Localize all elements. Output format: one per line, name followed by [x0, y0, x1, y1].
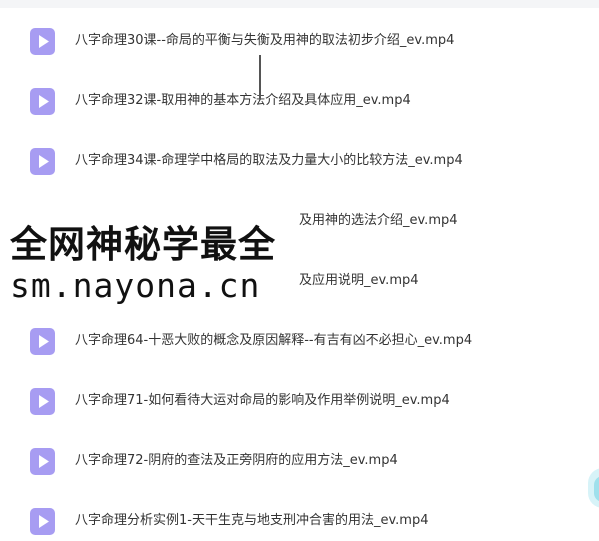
watermark-overlay: 全网神秘学最全 sm.nayona.cn — [0, 206, 298, 316]
file-row[interactable]: 八字命理分析实例1-天干生克与地支刑冲合害的用法_ev.mp4 — [0, 501, 580, 541]
file-name: 八字命理分析实例1-天干生克与地支刑冲合害的用法_ev.mp4 — [75, 513, 429, 528]
text-cursor — [259, 55, 261, 99]
video-file-icon — [30, 388, 55, 415]
file-name: 八字命理30课--命局的平衡与失衡及用神的取法初步介绍_ev.mp4 — [75, 33, 455, 48]
file-name: 八字命理32课-取用神的基本方法介绍及具体应用_ev.mp4 — [75, 93, 411, 108]
watermark-title: 全网神秘学最全 — [10, 223, 276, 266]
file-row[interactable]: 八字命理34课-命理学中格局的取法及力量大小的比较方法_ev.mp4 — [0, 141, 580, 181]
file-name: 八字命理72-阴府的查法及正旁阴府的应用方法_ev.mp4 — [75, 453, 398, 468]
video-file-icon — [30, 88, 55, 115]
file-row[interactable]: 八字命理32课-取用神的基本方法介绍及具体应用_ev.mp4 — [0, 81, 580, 121]
file-name: 八字命理71-如何看待大运对命局的影响及作用举例说明_ev.mp4 — [75, 393, 450, 408]
file-name: 八字命理34课-命理学中格局的取法及力量大小的比较方法_ev.mp4 — [75, 153, 463, 168]
video-file-icon — [30, 148, 55, 175]
assistant-bubble-icon — [594, 476, 599, 502]
video-file-icon — [30, 448, 55, 475]
file-name: 及用神的选法介绍_ev.mp4 — [299, 213, 458, 228]
watermark-url: sm.nayona.cn — [10, 266, 261, 305]
file-row[interactable]: 八字命理71-如何看待大运对命局的影响及作用举例说明_ev.mp4 — [0, 381, 580, 421]
file-row[interactable]: 八字命理64-十恶大败的概念及原因解释--有吉有凶不必担心_ev.mp4 — [0, 321, 580, 361]
video-file-icon — [30, 28, 55, 55]
video-file-icon — [30, 328, 55, 355]
file-name: 及应用说明_ev.mp4 — [299, 273, 419, 288]
file-row[interactable]: 八字命理30课--命局的平衡与失衡及用神的取法初步介绍_ev.mp4 — [0, 21, 580, 61]
file-name: 八字命理64-十恶大败的概念及原因解释--有吉有凶不必担心_ev.mp4 — [75, 333, 473, 348]
video-file-icon — [30, 508, 55, 535]
file-row[interactable]: 八字命理72-阴府的查法及正旁阴府的应用方法_ev.mp4 — [0, 441, 580, 481]
